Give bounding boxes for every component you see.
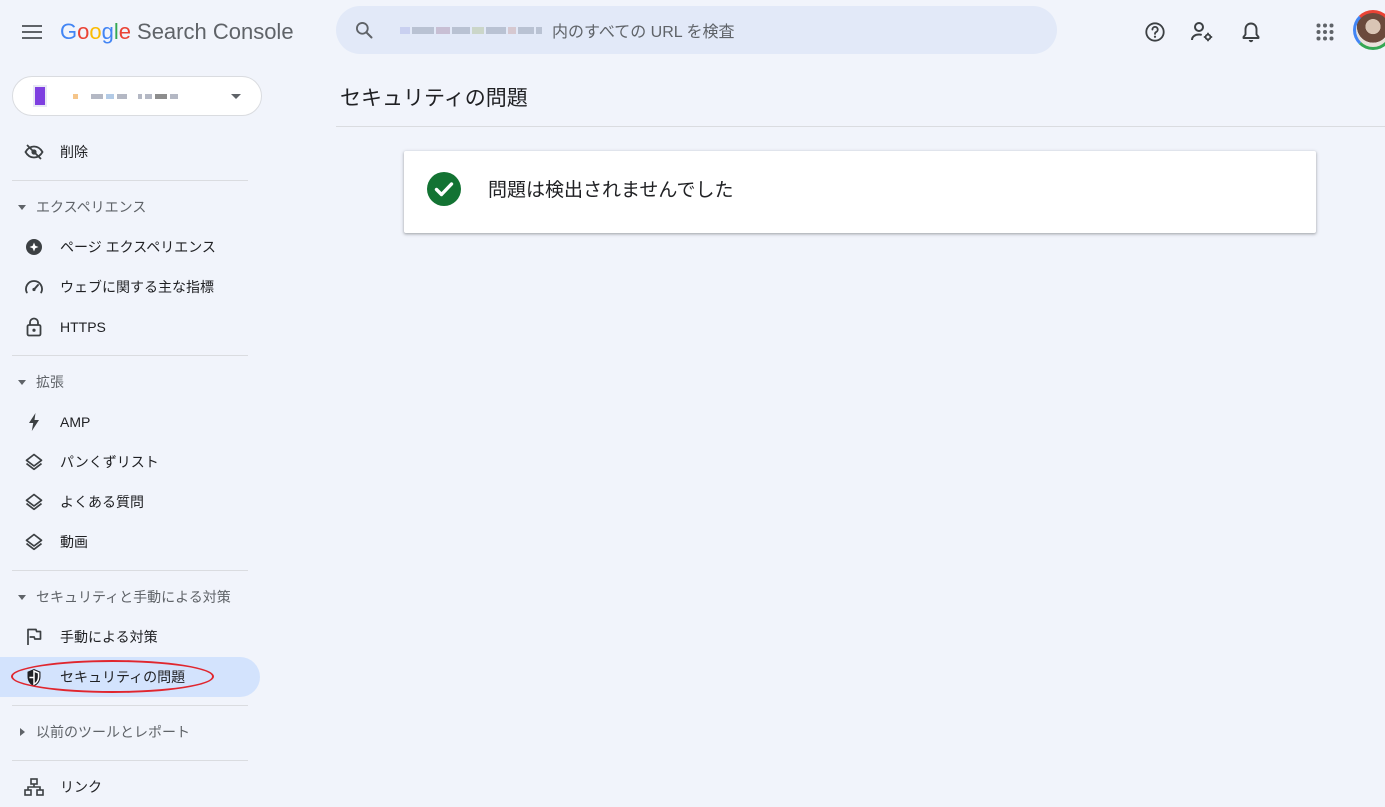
sidebar-item-label: パンくずリスト — [60, 454, 159, 470]
product-name: Search Console — [137, 19, 294, 44]
sidebar-item-manual-actions[interactable]: 手動による対策 — [0, 617, 260, 657]
sidebar-item-label: ページ エクスペリエンス — [60, 239, 216, 255]
check-circle-icon — [427, 172, 461, 206]
shield-icon — [24, 667, 44, 687]
notifications-icon — [1242, 22, 1260, 43]
sidebar-divider — [12, 570, 248, 571]
logo-letter: o — [77, 19, 90, 44]
sidebar-item-label: 削除 — [60, 144, 88, 160]
section-label: エクスペリエンス — [36, 199, 147, 215]
expand-arrow-icon — [20, 728, 25, 736]
collapse-arrow-icon — [18, 594, 26, 600]
top-app-bar: Google Search Console 内のすべての URL を検査 — [0, 0, 1385, 64]
manage-users-icon — [1191, 22, 1213, 42]
status-message: 問題は検出されませんでした — [488, 180, 734, 201]
sidebar-item-page-experience[interactable]: ページ エクスペリエンス — [0, 227, 260, 267]
search-icon — [336, 20, 392, 40]
collapse-arrow-icon — [18, 204, 26, 210]
sidebar-item-breadcrumbs[interactable]: パンくずリスト — [0, 442, 260, 482]
sidebar-item-label: 手動による対策 — [60, 629, 158, 645]
sitemap-icon — [24, 777, 44, 797]
redacted-property-url — [400, 23, 542, 37]
sidebar-item-label: AMP — [60, 414, 91, 430]
help-icon — [1145, 22, 1165, 42]
section-label: 拡張 — [36, 374, 64, 390]
apps-button[interactable] — [1305, 12, 1345, 52]
search-console-logo[interactable]: Google Search Console — [60, 18, 294, 46]
url-inspection-search[interactable]: 内のすべての URL を検査 — [336, 6, 1057, 54]
sidebar-item-links[interactable]: リンク — [0, 767, 260, 807]
sidebar-item-label: ウェブに関する主な指標 — [60, 279, 214, 295]
sidebar-item-amp[interactable]: AMP — [0, 402, 260, 442]
logo-letter: G — [60, 19, 78, 44]
redacted-property-name — [73, 93, 178, 99]
sidebar-divider — [12, 180, 248, 181]
eye-off-icon — [24, 142, 44, 162]
sidebar-item-removals[interactable]: 削除 — [0, 132, 260, 172]
notifications-button[interactable] — [1231, 12, 1271, 52]
section-legacy-tools[interactable]: 以前のツールとレポート — [0, 712, 260, 752]
property-selector[interactable] — [12, 76, 262, 116]
sidebar-item-label: リンク — [60, 779, 102, 795]
section-label: セキュリティと手動による対策 — [36, 589, 231, 605]
help-button[interactable] — [1135, 12, 1175, 52]
flag-icon — [24, 627, 44, 647]
layers-icon — [24, 452, 44, 472]
lightning-bolt-icon — [24, 412, 44, 432]
logo-letter: o — [89, 19, 102, 44]
property-favicon — [33, 85, 47, 107]
title-divider — [336, 126, 1385, 127]
sidebar-item-video[interactable]: 動画 — [0, 522, 260, 562]
sidebar-item-https[interactable]: HTTPS — [0, 307, 260, 347]
sidebar-divider — [12, 760, 248, 761]
sidebar-divider — [12, 355, 248, 356]
account-avatar[interactable] — [1353, 10, 1385, 50]
apps-grid-icon — [1316, 23, 1334, 41]
layers-icon — [24, 492, 44, 512]
sidebar-item-label: 動画 — [60, 534, 88, 550]
sidebar-item-faq[interactable]: よくある質問 — [0, 482, 260, 522]
logo-letter: g — [101, 19, 114, 44]
logo-letter: e — [118, 19, 132, 44]
search-placeholder: 内のすべての URL を検査 — [552, 24, 735, 41]
page-title: セキュリティの問題 — [340, 87, 528, 110]
chevron-down-icon — [231, 94, 241, 99]
section-label: 以前のツールとレポート — [36, 724, 190, 740]
sidebar-item-core-web-vitals[interactable]: ウェブに関する主な指標 — [0, 267, 260, 307]
sidebar-item-label: セキュリティの問題 — [60, 669, 186, 685]
sidebar-item-label: よくある質問 — [60, 494, 144, 510]
layers-icon — [24, 532, 44, 552]
plus-circle-icon — [24, 237, 44, 257]
sidebar-item-security-issues[interactable]: セキュリティの問題 — [0, 657, 260, 697]
section-security-manual-actions[interactable]: セキュリティと手動による対策 — [0, 577, 260, 617]
lock-icon — [24, 317, 44, 337]
menu-button[interactable] — [12, 12, 52, 52]
speed-gauge-icon — [24, 277, 44, 297]
manage-users-button[interactable] — [1182, 12, 1222, 52]
collapse-arrow-icon — [18, 379, 26, 385]
section-enhancements[interactable]: 拡張 — [0, 362, 260, 402]
security-status-card: 問題は検出されませんでした — [404, 151, 1316, 233]
sidebar-item-label: HTTPS — [60, 319, 106, 335]
menu-icon — [22, 25, 42, 39]
sidebar-divider — [12, 705, 248, 706]
section-experience[interactable]: エクスペリエンス — [0, 187, 260, 227]
